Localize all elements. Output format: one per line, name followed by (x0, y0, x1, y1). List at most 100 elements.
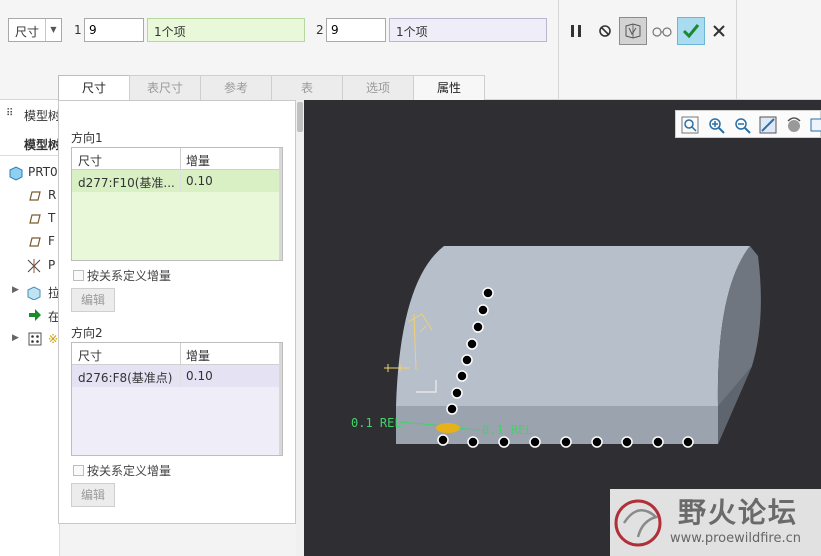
part-icon (9, 166, 23, 181)
table-row[interactable]: d277:F10(基准... 0.10 (72, 170, 282, 192)
pattern-point[interactable] (621, 436, 633, 448)
extrude-icon (27, 286, 41, 300)
scrollbar-thumb[interactable] (297, 102, 303, 132)
pattern-point[interactable] (652, 436, 664, 448)
checkmark-icon (682, 24, 700, 39)
pattern-type-value: 尺寸 (15, 25, 40, 39)
direction2-count-input[interactable] (326, 18, 386, 42)
pattern-point[interactable] (482, 287, 494, 299)
chevron-down-icon[interactable]: ▼ (45, 19, 61, 41)
tree-item-label: P (48, 258, 56, 272)
tree-item-datum-plane[interactable]: R (0, 185, 60, 207)
direction1-index: 1 (74, 23, 82, 37)
model-tree-panel: ⠿ 模型树 模型树 PRT0 R T F P ▶ 拉 在 ▶ ※ (0, 100, 60, 556)
pattern-point[interactable] (472, 321, 484, 333)
cancel-button[interactable] (705, 17, 733, 45)
close-icon (713, 25, 725, 37)
column-divider (180, 148, 181, 170)
glasses-icon (652, 27, 672, 37)
direction1-count-input[interactable] (84, 18, 144, 42)
direction2-index: 2 (316, 23, 324, 37)
table-row[interactable]: d276:F8(基准点) 0.10 (72, 365, 282, 387)
pattern-point[interactable] (456, 370, 468, 382)
pattern-type-select[interactable]: 尺寸 ▼ (8, 18, 62, 42)
tree-item-part[interactable]: PRT0 (0, 162, 60, 184)
pattern-point[interactable] (591, 436, 603, 448)
direction2-dimensions-table: 尺寸 增量 d276:F8(基准点) 0.10 (71, 342, 283, 456)
tree-item-label: ※ (48, 332, 59, 346)
model-tree-tab[interactable]: 模型树 (0, 132, 60, 156)
watermark-title: 野火论坛 (678, 496, 799, 529)
graphics-viewport[interactable]: 0.1 REL 0.1 REL (304, 100, 821, 556)
expand-icon[interactable]: ▶ (12, 285, 19, 295)
model-canvas[interactable]: 0.1 REL 0.1 REL (304, 100, 821, 556)
tree-item-insert-here[interactable]: 在 (0, 305, 60, 327)
direction1-relation-checkbox[interactable]: 按关系定义增量 (73, 267, 171, 284)
verify-mode-button[interactable] (648, 17, 676, 45)
no-preview-button[interactable] (591, 17, 619, 45)
dimension-cell: d277:F10(基准... (78, 176, 175, 190)
direction1-reference-collector[interactable]: 1个项 (147, 18, 305, 42)
tab-tables[interactable]: 表 (271, 75, 343, 100)
tree-item-label: R (48, 188, 57, 202)
tab-options[interactable]: 选项 (342, 75, 414, 100)
checkbox-box[interactable] (73, 465, 84, 476)
increment-cell[interactable]: 0.10 (186, 369, 213, 383)
table-scrollbar[interactable] (279, 148, 282, 260)
pause-button[interactable] (562, 17, 590, 45)
toolbar-divider (558, 0, 559, 100)
datum-plane-icon (29, 191, 41, 201)
expand-icon[interactable]: ▶ (12, 333, 19, 343)
tree-item-extrude[interactable]: ▶ 拉 (0, 281, 60, 303)
table-scrollbar[interactable] (279, 343, 282, 455)
pattern-point[interactable] (529, 436, 541, 448)
pattern-point[interactable] (451, 387, 463, 399)
geometry-preview-button[interactable] (619, 17, 647, 45)
direction1-dimensions-table: 尺寸 增量 d277:F10(基准... 0.10 (71, 147, 283, 261)
direction2-relation-checkbox[interactable]: 按关系定义增量 (73, 462, 171, 479)
pattern-point[interactable] (446, 403, 458, 415)
column-divider (180, 170, 181, 192)
pattern-point[interactable] (461, 354, 473, 366)
pattern-point[interactable] (682, 436, 694, 448)
direction2-reference-collector[interactable]: 1个项 (389, 18, 547, 42)
direction1-label: 方向1 (71, 131, 103, 145)
tree-item-coordinate-system[interactable]: P (0, 255, 60, 277)
pattern-point[interactable] (477, 304, 489, 316)
dimensions-panel: 方向1 尺寸 增量 d277:F10(基准... 0.10 按关系定义增量 编辑… (58, 100, 296, 524)
checkbox-box[interactable] (73, 270, 84, 281)
tree-item-pattern[interactable]: ▶ ※ (0, 329, 60, 351)
pattern-icon (28, 332, 42, 346)
pattern-point[interactable] (466, 338, 478, 350)
watermark-logo-icon (614, 499, 662, 547)
pause-icon (571, 25, 581, 37)
tree-item-datum-plane[interactable]: T (0, 208, 60, 230)
tree-item-datum-plane[interactable]: F (0, 231, 60, 253)
dashboard-tabs: 尺寸 表尺寸 参考 表 选项 属性 (58, 75, 485, 101)
no-preview-icon (599, 25, 611, 37)
tab-table-dimensions[interactable]: 表尺寸 (129, 75, 201, 100)
checkbox-label: 按关系定义增量 (87, 464, 172, 478)
tab-references[interactable]: 参考 (200, 75, 272, 100)
column-header-dimension: 尺寸 (78, 349, 103, 363)
datum-plane-icon (29, 237, 41, 247)
model-tree-icon: ⠿ (6, 108, 14, 119)
model-tree-header: ⠿ 模型树 (0, 100, 60, 130)
tab-dimensions[interactable]: 尺寸 (58, 75, 130, 101)
pattern-point[interactable] (498, 436, 510, 448)
tree-item-label: F (48, 234, 55, 248)
selected-dimension-marker[interactable] (436, 423, 460, 433)
direction2-edit-button[interactable]: 编辑 (71, 483, 115, 507)
ok-button[interactable] (677, 17, 705, 45)
panel-scrollbar[interactable] (296, 100, 304, 556)
watermark-url: www.proewildfire.cn (670, 531, 801, 546)
dimension-annotation-right[interactable]: 0.1 REL (482, 423, 533, 437)
pattern-point[interactable] (467, 436, 479, 448)
increment-cell[interactable]: 0.10 (186, 174, 213, 188)
pattern-point[interactable] (560, 436, 572, 448)
dimension-annotation-left[interactable]: 0.1 REL (351, 416, 402, 430)
direction1-edit-button[interactable]: 编辑 (71, 288, 115, 312)
tab-properties[interactable]: 属性 (413, 75, 485, 100)
pattern-point[interactable] (437, 434, 449, 446)
datum-plane-icon (29, 214, 41, 224)
